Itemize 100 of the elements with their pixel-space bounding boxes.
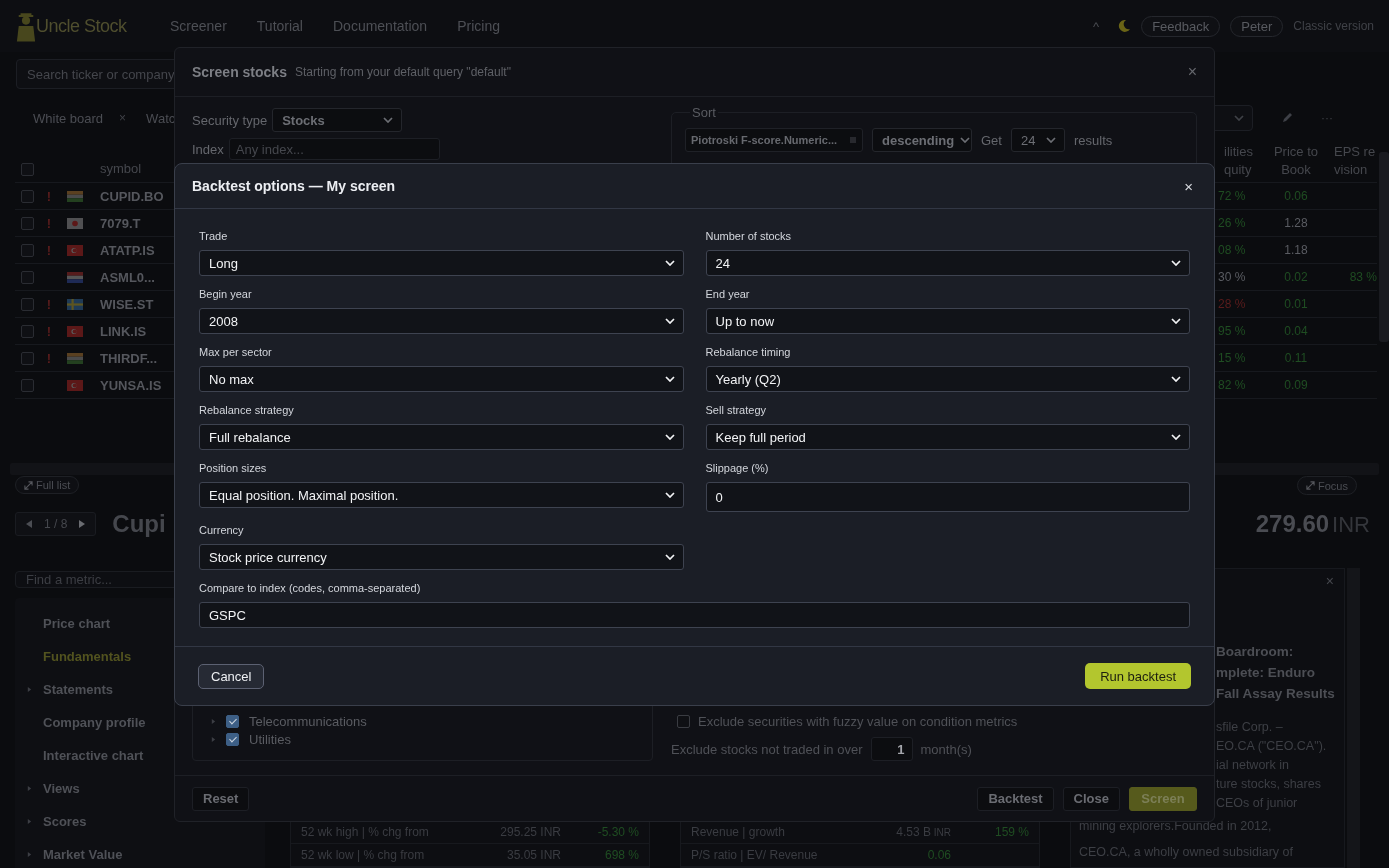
dropdown[interactable]: Yearly (Q2) <box>705 366 1190 392</box>
field-label: Rebalance strategy <box>199 403 295 417</box>
dropdown[interactable]: 24 <box>705 250 1190 276</box>
table-cell-text: 26 % <box>1217 216 1247 230</box>
sort-metric-field[interactable]: Piotroski F-score.Numeric... <box>685 128 863 152</box>
logo-icon <box>16 10 36 42</box>
dropdown[interactable]: Long <box>199 250 684 276</box>
field-label: Trade <box>199 229 229 243</box>
flag-icon <box>67 217 83 229</box>
table-cell: CUPID.BO <box>100 188 164 204</box>
table-cell-text: 698 % <box>603 848 639 862</box>
field-label: End year <box>705 287 751 301</box>
table-cell-text: 0.06 <box>926 848 951 862</box>
expand-icon <box>24 480 33 490</box>
alert-mark: ! <box>45 350 53 366</box>
dropdown[interactable]: descending <box>872 128 972 152</box>
dropdown[interactable]: No max <box>199 366 684 392</box>
field-label: Number of stocks <box>705 229 793 243</box>
alert-mark: ! <box>45 323 53 339</box>
button[interactable]: Close <box>1062 786 1120 811</box>
checkbox[interactable] <box>21 351 34 365</box>
chevron-icon <box>664 318 675 324</box>
dropdown[interactable]: Up to now <box>705 308 1190 334</box>
user-button[interactable]: Peter <box>1230 15 1284 37</box>
caret-icon <box>26 852 32 857</box>
dropdown[interactable]: 24 <box>1010 128 1065 152</box>
table-cell-text: 83 % <box>1348 270 1377 284</box>
table-cell-text: 15 % <box>1217 351 1247 365</box>
checkbox[interactable] <box>226 732 239 746</box>
flag-icon <box>67 379 83 391</box>
caret-icon <box>26 786 32 791</box>
focus-button[interactable]: Focus <box>1297 476 1357 495</box>
table-cell-text: 0.06 <box>1283 189 1309 203</box>
collapse-toggle[interactable]: ^ <box>1093 18 1100 34</box>
full-list-button[interactable]: Full list <box>15 476 80 494</box>
column-header: symbol <box>100 161 142 176</box>
dialog-title: Screen stocks <box>192 64 287 80</box>
field-label: month(s) <box>920 741 972 757</box>
dropdown[interactable]: Equal position. Maximal position. <box>199 482 684 508</box>
field-label: Security type <box>192 112 268 128</box>
run-backtest-button[interactable]: Run backtest <box>1085 663 1191 689</box>
pager[interactable]: 1 / 8 <box>15 512 97 536</box>
checkbox[interactable] <box>226 714 239 728</box>
nav-link[interactable]: Tutorial <box>256 18 303 34</box>
logo-text: Uncle Stock <box>36 15 127 37</box>
table-cell-text: 28 % <box>1217 297 1247 311</box>
close-button[interactable]: × <box>1184 177 1193 195</box>
tab[interactable]: Watc <box>146 108 176 128</box>
chevron-icon <box>664 376 675 382</box>
checkbox[interactable] <box>21 243 34 257</box>
previous-icon <box>24 519 34 529</box>
feedback-button[interactable]: Feedback <box>1141 15 1221 37</box>
checkbox[interactable] <box>21 216 34 230</box>
checkbox[interactable] <box>21 189 34 203</box>
dropdown[interactable]: Stock price currency <box>199 544 684 570</box>
chevron-icon <box>383 117 394 123</box>
checkbox[interactable] <box>21 163 34 176</box>
chevron-icon <box>1171 318 1181 324</box>
table-cell-text: 0.09 <box>1283 378 1309 392</box>
more-button[interactable]: ··· <box>1321 111 1333 125</box>
close-button[interactable]: × <box>1325 573 1334 589</box>
button[interactable]: Screen <box>1129 786 1197 811</box>
input-field[interactable]: GSPC <box>199 602 1190 628</box>
table-cell-text: 82 % <box>1217 378 1247 392</box>
caret-icon <box>211 736 216 742</box>
flag-icon <box>67 271 83 283</box>
company-title: Cupi <box>112 510 166 538</box>
input-field[interactable]: 1 <box>870 737 913 761</box>
field-label: Slippage (%) <box>705 461 770 475</box>
field-label: Currency <box>199 523 245 537</box>
close-button[interactable]: × <box>1187 63 1197 81</box>
table-cell-text: 08 % <box>1217 243 1247 257</box>
checkbox[interactable] <box>21 324 34 338</box>
dropdown[interactable]: Stocks <box>272 108 403 132</box>
flag-icon <box>67 244 83 256</box>
checkbox[interactable] <box>21 378 34 392</box>
chevron-icon <box>960 137 971 143</box>
news-headline: Boardroom: <box>1216 643 1294 661</box>
button[interactable]: Backtest <box>977 786 1054 811</box>
reset-button[interactable]: Reset <box>192 786 250 811</box>
cancel-button[interactable]: Cancel <box>198 663 265 689</box>
dropdown[interactable]: 2008 <box>199 308 684 334</box>
input-field[interactable]: 0 <box>705 482 1190 512</box>
dropdown[interactable]: Full rebalance <box>199 424 684 450</box>
nav-link[interactable]: Screener <box>170 18 227 34</box>
chevron-icon <box>664 492 675 498</box>
tab-close-button[interactable]: × <box>119 111 127 125</box>
tab[interactable]: White board <box>33 108 104 128</box>
index-field[interactable]: Any index... <box>228 138 440 160</box>
field-label: Position sizes <box>199 461 268 475</box>
checkbox[interactable] <box>677 714 690 728</box>
menu-item[interactable]: Market Value <box>15 838 265 868</box>
nav-link[interactable]: Documentation <box>333 18 428 34</box>
dropdown[interactable]: Keep full period <box>705 424 1190 450</box>
field-label: Sell strategy <box>705 403 768 417</box>
column-header: ilities quity <box>1223 143 1254 179</box>
nav-link[interactable]: Pricing <box>457 18 500 34</box>
checkbox[interactable] <box>21 297 34 311</box>
checkbox[interactable] <box>21 270 34 284</box>
caret-icon <box>211 718 216 724</box>
